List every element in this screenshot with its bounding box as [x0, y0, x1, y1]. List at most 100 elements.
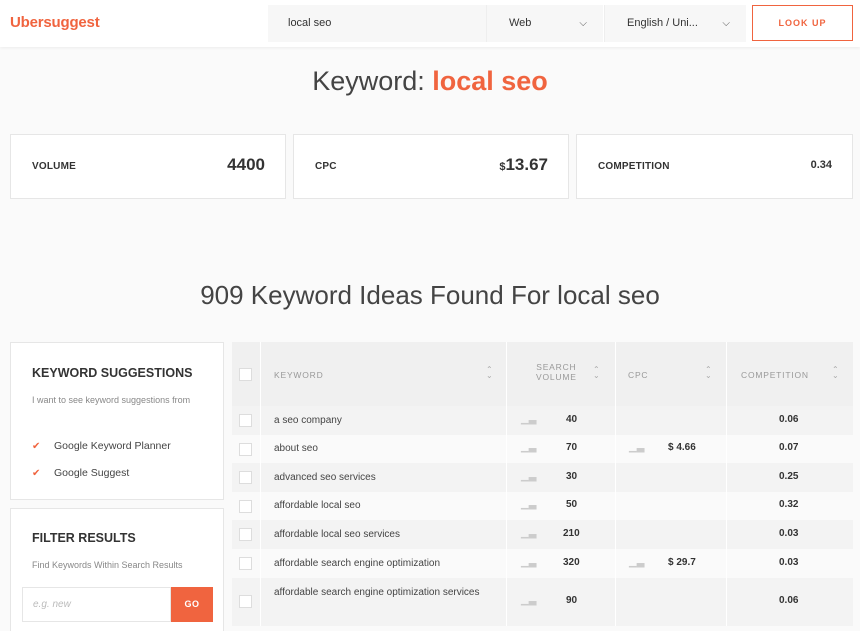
page-title-keyword: local seo	[432, 66, 548, 96]
cpc-cell: $ 4.66	[668, 442, 696, 453]
ideas-title: 909 Keyword Ideas Found For local seo	[200, 280, 660, 310]
column-divider	[615, 342, 616, 626]
row-checkbox[interactable]	[239, 500, 252, 513]
table-row[interactable]: affordable local seo services ▁▃ 210 0.0…	[232, 520, 853, 549]
header-search-volume[interactable]: SEARCH VOLUME ⌃ ⌄	[506, 342, 614, 406]
volume-cell: 40	[566, 414, 578, 425]
row-checkbox[interactable]	[239, 557, 252, 570]
filter-desc: Find Keywords Within Search Results	[32, 560, 183, 570]
volume-label: VOLUME	[32, 161, 76, 172]
header-volume-line1: SEARCH	[536, 362, 577, 372]
suggestions-desc: I want to see keyword suggestions from	[32, 395, 191, 405]
sort-icon: ⌃ ⌄	[705, 365, 713, 380]
column-divider	[260, 342, 261, 626]
competition-cell: 0.32	[779, 499, 799, 510]
volume-card: VOLUME 4400	[10, 134, 286, 199]
column-divider	[726, 342, 727, 626]
cpc-value: $13.67	[499, 155, 548, 175]
platform-select-value: Web	[509, 17, 532, 29]
checkbox-label: Google Suggest	[54, 467, 130, 479]
table-row[interactable]: advanced seo services ▁▃ 30 0.25	[232, 463, 853, 492]
table-row[interactable]: affordable search engine optimization se…	[232, 578, 853, 626]
platform-select[interactable]: Web ⌵	[486, 5, 603, 42]
competition-cell: 0.25	[779, 471, 799, 482]
bar-chart-icon[interactable]: ▁▃	[521, 595, 536, 606]
table-row[interactable]: a seo company ▁▃ 40 0.06	[232, 406, 853, 435]
chevron-down-icon: ⌵	[722, 18, 730, 29]
bar-chart-icon[interactable]: ▁▃	[521, 442, 536, 453]
competition-cell: 0.06	[779, 595, 799, 606]
keyword-cell[interactable]: affordable search engine optimization	[274, 556, 494, 572]
logo[interactable]: Ubersuggest	[10, 14, 100, 31]
filter-results-panel: FILTER RESULTS Find Keywords Within Sear…	[10, 508, 224, 631]
chevron-down-icon: ⌵	[579, 18, 587, 29]
check-icon: ✔	[32, 441, 41, 452]
cpc-amount: 13.67	[505, 155, 548, 174]
competition-card: COMPETITION 0.34	[576, 134, 853, 199]
cpc-cell: $ 29.7	[668, 557, 696, 568]
competition-cell: 0.03	[779, 528, 799, 539]
keyword-cell[interactable]: affordable local seo	[274, 498, 494, 514]
bar-chart-icon[interactable]: ▁▃	[521, 414, 536, 425]
row-checkbox[interactable]	[239, 443, 252, 456]
bar-chart-icon[interactable]: ▁▃	[629, 442, 644, 453]
volume-cell: 50	[566, 499, 578, 510]
header-competition-label: COMPETITION	[741, 370, 809, 380]
check-icon: ✔	[32, 468, 41, 479]
sort-icon: ⌃ ⌄	[832, 365, 840, 380]
lookup-button[interactable]: LOOK UP	[752, 5, 853, 41]
bar-chart-icon[interactable]: ▁▃	[521, 499, 536, 510]
volume-cell: 210	[563, 528, 580, 539]
keyword-cell[interactable]: advanced seo services	[274, 470, 494, 486]
language-select-value: English / Uni...	[627, 17, 698, 29]
volume-cell: 320	[563, 557, 580, 568]
keyword-cell[interactable]: about seo	[274, 441, 494, 457]
table-row[interactable]: affordable local seo ▁▃ 50 0.32	[232, 492, 853, 520]
search-input[interactable]: local seo	[268, 5, 486, 42]
row-checkbox[interactable]	[239, 471, 252, 484]
keyword-cell[interactable]: affordable search engine optimization se…	[274, 585, 494, 601]
volume-cell: 90	[566, 595, 578, 606]
header-cpc-label: CPC	[628, 370, 649, 380]
filter-title: FILTER RESULTS	[32, 531, 136, 545]
header-volume-line2: VOLUME	[536, 372, 577, 382]
page-title-prefix: Keyword:	[312, 66, 433, 96]
page-title: Keyword: local seo	[0, 66, 860, 97]
select-all-checkbox[interactable]	[239, 368, 252, 381]
sort-icon: ⌃ ⌄	[593, 365, 601, 380]
checkbox-google-keyword-planner[interactable]: ✔ Google Keyword Planner	[32, 440, 171, 453]
row-checkbox[interactable]	[239, 595, 252, 608]
competition-label: COMPETITION	[598, 161, 670, 172]
checkbox-google-suggest[interactable]: ✔ Google Suggest	[32, 467, 129, 480]
keyword-suggestions-panel: KEYWORD SUGGESTIONS I want to see keywor…	[10, 342, 224, 500]
header-competition[interactable]: COMPETITION ⌃ ⌄	[726, 342, 853, 406]
table-header: KEYWORD ⌃ ⌄ SEARCH VOLUME ⌃ ⌄ CPC ⌃ ⌄ COMPET…	[232, 342, 853, 406]
row-checkbox[interactable]	[239, 414, 252, 427]
checkbox-label: Google Keyword Planner	[54, 440, 171, 452]
keyword-cell[interactable]: affordable local seo services	[274, 527, 494, 543]
cpc-label: CPC	[315, 161, 337, 172]
volume-cell: 70	[566, 442, 578, 453]
table-row[interactable]: affordable search engine optimization ▁▃…	[232, 549, 853, 578]
competition-value: 0.34	[810, 159, 832, 171]
suggestions-title: KEYWORD SUGGESTIONS	[32, 366, 193, 380]
header-volume-label: SEARCH VOLUME	[536, 362, 577, 382]
keyword-cell[interactable]: a seo company	[274, 413, 494, 429]
bar-chart-icon[interactable]: ▁▃	[521, 557, 536, 568]
competition-cell: 0.03	[779, 557, 799, 568]
volume-value: 4400	[227, 155, 265, 174]
bar-chart-icon[interactable]: ▁▃	[521, 471, 536, 482]
row-checkbox[interactable]	[239, 528, 252, 541]
filter-input[interactable]: e.g. new	[22, 587, 171, 622]
header-keyword[interactable]: KEYWORD ⌃ ⌄	[274, 342, 504, 406]
go-button[interactable]: GO	[171, 587, 213, 622]
table-row[interactable]: about seo ▁▃ 70 ▁▃ $ 4.66 0.07	[232, 435, 853, 463]
bar-chart-icon[interactable]: ▁▃	[521, 528, 536, 539]
volume-cell: 30	[566, 471, 578, 482]
bar-chart-icon[interactable]: ▁▃	[629, 557, 644, 568]
competition-cell: 0.07	[779, 442, 799, 453]
competition-cell: 0.06	[779, 414, 799, 425]
header-cpc[interactable]: CPC ⌃ ⌄	[615, 342, 725, 406]
column-divider	[506, 342, 507, 626]
language-select[interactable]: English / Uni... ⌵	[604, 5, 746, 42]
